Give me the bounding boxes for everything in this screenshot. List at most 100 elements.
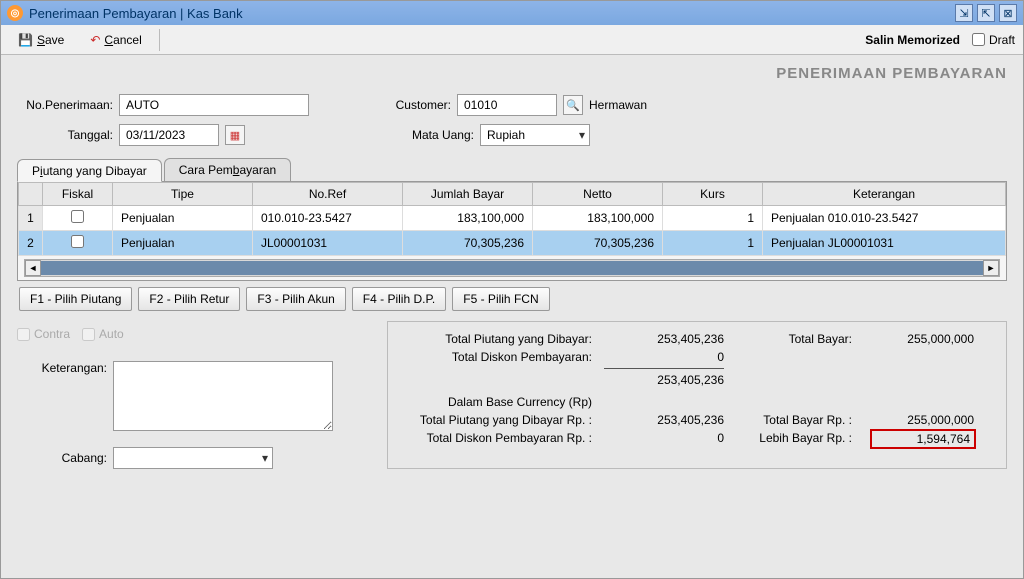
mata-uang-value: Rupiah [487,128,525,142]
tipe-cell[interactable]: Penjualan [113,206,253,231]
horizontal-scrollbar[interactable]: ◄ ► [24,259,1000,277]
tabs: Piutang yang Dibayar Cara Pembayaran [17,158,1007,181]
tab-cara-bayar[interactable]: Cara Pembayaran [164,158,291,181]
lebih-bayar-rp-val: 1,594,764 [872,431,974,447]
cabang-label: Cabang: [17,451,107,465]
jumlah-cell[interactable]: 183,100,000 [403,206,533,231]
f5-button[interactable]: F5 - Pilih FCN [452,287,549,311]
salin-memorized-link[interactable]: Salin Memorized [865,33,960,47]
total-diskon-val: 0 [604,350,724,364]
tanggal-input[interactable] [119,124,219,146]
total-piutang-label: Total Piutang yang Dibayar: [404,332,604,346]
noref-cell[interactable]: JL00001031 [253,231,403,256]
noref-cell[interactable]: 010.010-23.5427 [253,206,403,231]
netto-cell[interactable]: 183,100,000 [533,206,663,231]
total-diskon-rp-label: Total Diskon Pembayaran Rp. : [404,431,604,447]
rownum: 1 [19,206,43,231]
save-button[interactable]: 💾 Save [9,29,73,51]
total-diskon-rp-val: 0 [604,431,724,447]
tanggal-label: Tanggal: [17,128,113,142]
no-penerimaan-input[interactable] [119,94,309,116]
customer-label: Customer: [379,98,451,112]
kurs-cell[interactable]: 1 [663,206,763,231]
toolbar: 💾 Save ↶ Cancel Salin Memorized Draft [1,25,1023,55]
scroll-right-icon[interactable]: ► [983,260,999,276]
col-noref[interactable]: No.Ref [253,183,403,206]
col-jumlah[interactable]: Jumlah Bayar [403,183,533,206]
scroll-track[interactable] [41,261,983,275]
customer-code-input[interactable] [457,94,557,116]
total-diskon-label: Total Diskon Pembayaran: [404,350,604,364]
col-rownum [19,183,43,206]
ket-cell[interactable]: Penjualan JL00001031 [763,231,1006,256]
ket-cell[interactable]: Penjualan 010.010-23.5427 [763,206,1006,231]
page-title: PENERIMAAN PEMBAYARAN [17,65,1007,82]
summary-panel: Total Piutang yang Dibayar: 253,405,236 … [387,321,1007,469]
total-bayar-rp-label: Total Bayar Rp. : [724,413,864,427]
title-bar: ◎ Penerimaan Pembayaran | Kas Bank ⇲ ⇱ ⊠ [1,1,1023,25]
cancel-label: ancel [113,33,142,47]
fiskal-checkbox[interactable] [71,235,84,248]
toolbar-right: Salin Memorized Draft [865,33,1015,47]
total-piutang-rp-label: Total Piutang yang Dibayar Rp. : [404,413,604,427]
scroll-left-icon[interactable]: ◄ [25,260,41,276]
app-icon: ◎ [7,5,23,21]
lower-left: Contra Auto Keterangan: Cabang: [17,321,377,469]
f1-button[interactable]: F1 - Pilih Piutang [19,287,132,311]
save-icon: 💾 [18,33,33,47]
col-kurs[interactable]: Kurs [663,183,763,206]
f4-button[interactable]: F4 - Pilih D.P. [352,287,446,311]
jumlah-cell[interactable]: 70,305,236 [403,231,533,256]
restore-out-icon[interactable]: ⇲ [955,4,973,22]
title-controls: ⇲ ⇱ ⊠ [955,4,1017,22]
total-piutang-val: 253,405,236 [604,332,724,346]
customer-name: Hermawan [589,98,647,112]
grid-wrap: Fiskal Tipe No.Ref Jumlah Bayar Netto Ku… [17,181,1007,281]
save-label: ave [45,33,64,47]
table-row[interactable]: 1 Penjualan 010.010-23.5427 183,100,000 … [19,206,1006,231]
draft-checkbox-wrap[interactable]: Draft [972,33,1015,47]
contra-checkbox [17,328,30,341]
customer-search-button[interactable]: 🔍 [563,95,583,115]
total-bayar-label: Total Bayar: [724,332,864,346]
auto-label: Auto [99,327,124,341]
content-area: PENERIMAAN PEMBAYARAN No.Penerimaan: Cus… [1,55,1023,578]
calendar-button[interactable]: ▦ [225,125,245,145]
subtotal-divider [604,368,724,369]
col-fiskal[interactable]: Fiskal [43,183,113,206]
contra-label: Contra [34,327,70,341]
tab-piutang[interactable]: Piutang yang Dibayar [17,159,162,182]
no-penerimaan-label: No.Penerimaan: [17,98,113,112]
rownum: 2 [19,231,43,256]
kurs-cell[interactable]: 1 [663,231,763,256]
mata-uang-combobox[interactable]: Rupiah [480,124,590,146]
auto-checkbox [82,328,95,341]
cancel-button[interactable]: ↶ Cancel [81,29,150,51]
total-bayar-val: 255,000,000 [864,332,974,346]
table-row[interactable]: 2 Penjualan JL00001031 70,305,236 70,305… [19,231,1006,256]
maximize-icon[interactable]: ⇱ [977,4,995,22]
undo-icon: ↶ [90,33,100,47]
netto-cell[interactable]: 70,305,236 [533,231,663,256]
keterangan-textarea[interactable] [113,361,333,431]
search-icon: 🔍 [566,99,580,112]
cabang-combobox[interactable] [113,447,273,469]
f2-button[interactable]: F2 - Pilih Retur [138,287,240,311]
close-icon[interactable]: ⊠ [999,4,1017,22]
col-netto[interactable]: Netto [533,183,663,206]
action-buttons: F1 - Pilih Piutang F2 - Pilih Retur F3 -… [17,281,1007,317]
draft-checkbox[interactable] [972,33,985,46]
subtotal-val: 253,405,236 [604,373,724,387]
col-keterangan[interactable]: Keterangan [763,183,1006,206]
fiskal-cell[interactable] [43,206,113,231]
fiskal-cell[interactable] [43,231,113,256]
tipe-cell[interactable]: Penjualan [113,231,253,256]
calendar-icon: ▦ [230,129,240,142]
piutang-table: Fiskal Tipe No.Ref Jumlah Bayar Netto Ku… [18,182,1006,256]
fiskal-checkbox[interactable] [71,210,84,223]
f3-button[interactable]: F3 - Pilih Akun [246,287,345,311]
window-title: Penerimaan Pembayaran | Kas Bank [29,6,955,21]
lebih-bayar-rp-label: Lebih Bayar Rp. : [724,431,864,447]
total-bayar-rp-val: 255,000,000 [864,413,974,427]
col-tipe[interactable]: Tipe [113,183,253,206]
